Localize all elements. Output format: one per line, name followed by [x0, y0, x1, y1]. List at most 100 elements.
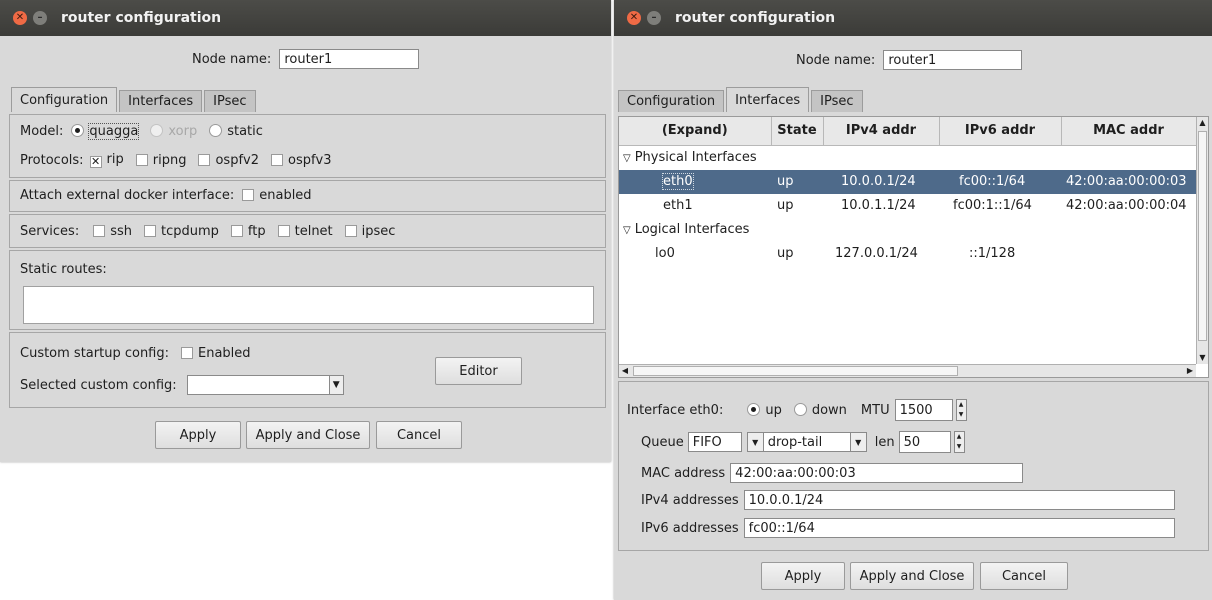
- tab-configuration[interactable]: Configuration: [11, 87, 118, 112]
- interface-details-panel: Interface eth0: up down MTU ▲▼ Queue FIF…: [618, 381, 1209, 551]
- col-ipv6[interactable]: IPv6 addr: [939, 117, 1062, 146]
- vertical-scrollbar[interactable]: ▲ ▼: [1196, 117, 1208, 364]
- state-up-radio[interactable]: up: [747, 402, 782, 418]
- model-quagga-radio[interactable]: quagga: [71, 123, 140, 140]
- expand-arrow-icon[interactable]: ▽: [623, 153, 631, 164]
- scroll-thumb[interactable]: [1198, 131, 1207, 341]
- model-section: Model: quagga xorp static Protocols: ✕ ri…: [9, 114, 606, 178]
- left-dialog: ✕ – router configuration Node name: Conf…: [0, 0, 611, 462]
- table-header: (Expand) State IPv4 addr IPv6 addr MAC a…: [619, 117, 1197, 146]
- selected-custom-combo[interactable]: ▼: [186, 375, 344, 395]
- checkbox-icon: [242, 189, 255, 201]
- tab-ipsec[interactable]: IPsec: [204, 90, 256, 112]
- editor-button[interactable]: Editor: [435, 357, 522, 385]
- step-up-icon[interactable]: ▲: [955, 432, 964, 442]
- table-row-eth0[interactable]: eth0 up 10.0.0.1/24 fc00::1/64 42:00:aa:…: [619, 169, 1196, 194]
- protocol-ospfv2-checkbox[interactable]: ospfv2: [198, 153, 259, 168]
- len-stepper[interactable]: ▲ ▼: [953, 431, 965, 453]
- tab-ipsec[interactable]: IPsec: [811, 90, 863, 112]
- apply-button[interactable]: Apply: [155, 421, 241, 449]
- table-row-lo0[interactable]: lo0 up 127.0.0.1/24 ::1/128: [619, 242, 1196, 266]
- apply-button[interactable]: Apply: [761, 562, 845, 590]
- model-xorp-radio: xorp: [150, 124, 197, 139]
- ipv4-input[interactable]: [743, 490, 1175, 510]
- mac-row: MAC address: [641, 463, 1024, 483]
- mtu-label: MTU: [860, 402, 890, 418]
- step-down-icon[interactable]: ▼: [955, 442, 964, 452]
- protocols-label: Protocols:: [20, 152, 84, 168]
- horizontal-scrollbar[interactable]: ◀ ▶: [619, 364, 1196, 377]
- step-up-icon[interactable]: ▲: [957, 400, 966, 410]
- close-icon[interactable]: ✕: [13, 11, 27, 25]
- protocol-rip-checkbox[interactable]: ✕ rip: [89, 152, 124, 168]
- checkbox-icon: [271, 153, 283, 166]
- scroll-thumb[interactable]: [633, 366, 958, 376]
- docker-enabled-checkbox[interactable]: enabled: [242, 188, 312, 203]
- col-ipv4[interactable]: IPv4 addr: [823, 117, 940, 146]
- minimize-icon[interactable]: –: [33, 11, 47, 25]
- interfaces-table-panel: (Expand) State IPv4 addr IPv6 addr MAC a…: [618, 116, 1209, 378]
- protocol-ospfv3-checkbox[interactable]: ospfv3: [271, 153, 332, 168]
- protocol-ripng-checkbox[interactable]: ripng: [135, 153, 186, 168]
- service-ssh-checkbox[interactable]: ssh: [93, 224, 132, 239]
- service-telnet-checkbox[interactable]: telnet: [277, 224, 333, 239]
- tab-interfaces[interactable]: Interfaces: [119, 90, 203, 112]
- iface-label: Interface eth0:: [627, 402, 724, 418]
- table-row-eth1[interactable]: eth1 up 10.0.1.1/24 fc00:1::1/64 42:00:a…: [619, 194, 1196, 218]
- service-ipsec-checkbox[interactable]: ipsec: [344, 224, 395, 239]
- model-row: Model: quagga xorp static: [20, 123, 275, 140]
- tab-configuration[interactable]: Configuration: [618, 90, 725, 112]
- len-input[interactable]: [898, 431, 951, 453]
- cancel-button[interactable]: Cancel: [376, 421, 462, 449]
- service-tcpdump-checkbox[interactable]: tcpdump: [144, 224, 219, 239]
- minimize-icon[interactable]: –: [647, 11, 661, 25]
- radio-disabled-icon: [150, 124, 164, 137]
- apply-and-close-button[interactable]: Apply and Close: [850, 562, 974, 590]
- services-row: Services: ssh tcpdump ftp telnet ipsec: [20, 224, 407, 239]
- docker-row: Attach external docker interface: enable…: [20, 188, 324, 203]
- step-down-icon[interactable]: ▼: [957, 410, 966, 420]
- checkbox-icon: [181, 347, 193, 359]
- mac-input[interactable]: [730, 463, 1024, 483]
- scroll-up-icon[interactable]: ▲: [1197, 117, 1208, 129]
- col-state[interactable]: State: [771, 117, 824, 146]
- right-titlebar: ✕ – router configuration: [614, 0, 1212, 36]
- chevron-down-icon: ▼: [747, 433, 764, 451]
- state-down-radio[interactable]: down: [793, 402, 847, 418]
- model-label: Model:: [20, 124, 64, 139]
- scroll-left-icon[interactable]: ◀: [619, 365, 631, 377]
- custom-startup-checkbox[interactable]: Enabled: [181, 346, 251, 361]
- ipv6-input[interactable]: [743, 518, 1175, 538]
- attach-docker-label: Attach external docker interface:: [20, 188, 235, 203]
- mtu-stepper[interactable]: ▲ ▼: [955, 399, 967, 421]
- scroll-right-icon[interactable]: ▶: [1184, 365, 1196, 377]
- node-name-input[interactable]: [883, 50, 1023, 70]
- col-mac[interactable]: MAC addr: [1061, 117, 1197, 146]
- static-routes-section: Static routes:: [9, 250, 606, 330]
- queue-combo[interactable]: FIFO: [687, 432, 742, 452]
- static-routes-textarea[interactable]: [23, 286, 594, 324]
- group-logical[interactable]: ▽ Logical Interfaces: [619, 218, 1196, 242]
- apply-and-close-button[interactable]: Apply and Close: [246, 421, 370, 449]
- chevron-down-icon: ▼: [849, 433, 866, 451]
- queue-label: Queue: [641, 434, 684, 450]
- service-ftp-checkbox[interactable]: ftp: [230, 224, 266, 239]
- node-name-input[interactable]: [279, 49, 420, 69]
- radio-selected-icon: [71, 124, 85, 137]
- close-icon[interactable]: ✕: [627, 11, 641, 25]
- group-physical[interactable]: ▽ Physical Interfaces: [619, 145, 1196, 170]
- scroll-down-icon[interactable]: ▼: [1197, 352, 1208, 364]
- node-name-row: Node name:: [192, 49, 420, 69]
- checked-icon: ✕: [89, 155, 102, 168]
- left-titlebar: ✕ – router configuration: [0, 0, 611, 36]
- cancel-button[interactable]: Cancel: [980, 562, 1068, 590]
- queue-row: Queue FIFO ▼ drop-tail ▼ len ▲▼: [641, 431, 965, 453]
- tab-interfaces[interactable]: Interfaces: [726, 87, 810, 112]
- col-expand[interactable]: (Expand): [619, 117, 772, 146]
- expand-arrow-icon[interactable]: ▽: [623, 225, 631, 236]
- services-section: Services: ssh tcpdump ftp telnet ipsec: [9, 214, 606, 248]
- model-static-radio[interactable]: static: [209, 124, 263, 139]
- mtu-input[interactable]: [894, 399, 953, 421]
- radio-selected-icon: [747, 402, 761, 416]
- queue-type-combo[interactable]: ▼ drop-tail ▼: [746, 432, 867, 452]
